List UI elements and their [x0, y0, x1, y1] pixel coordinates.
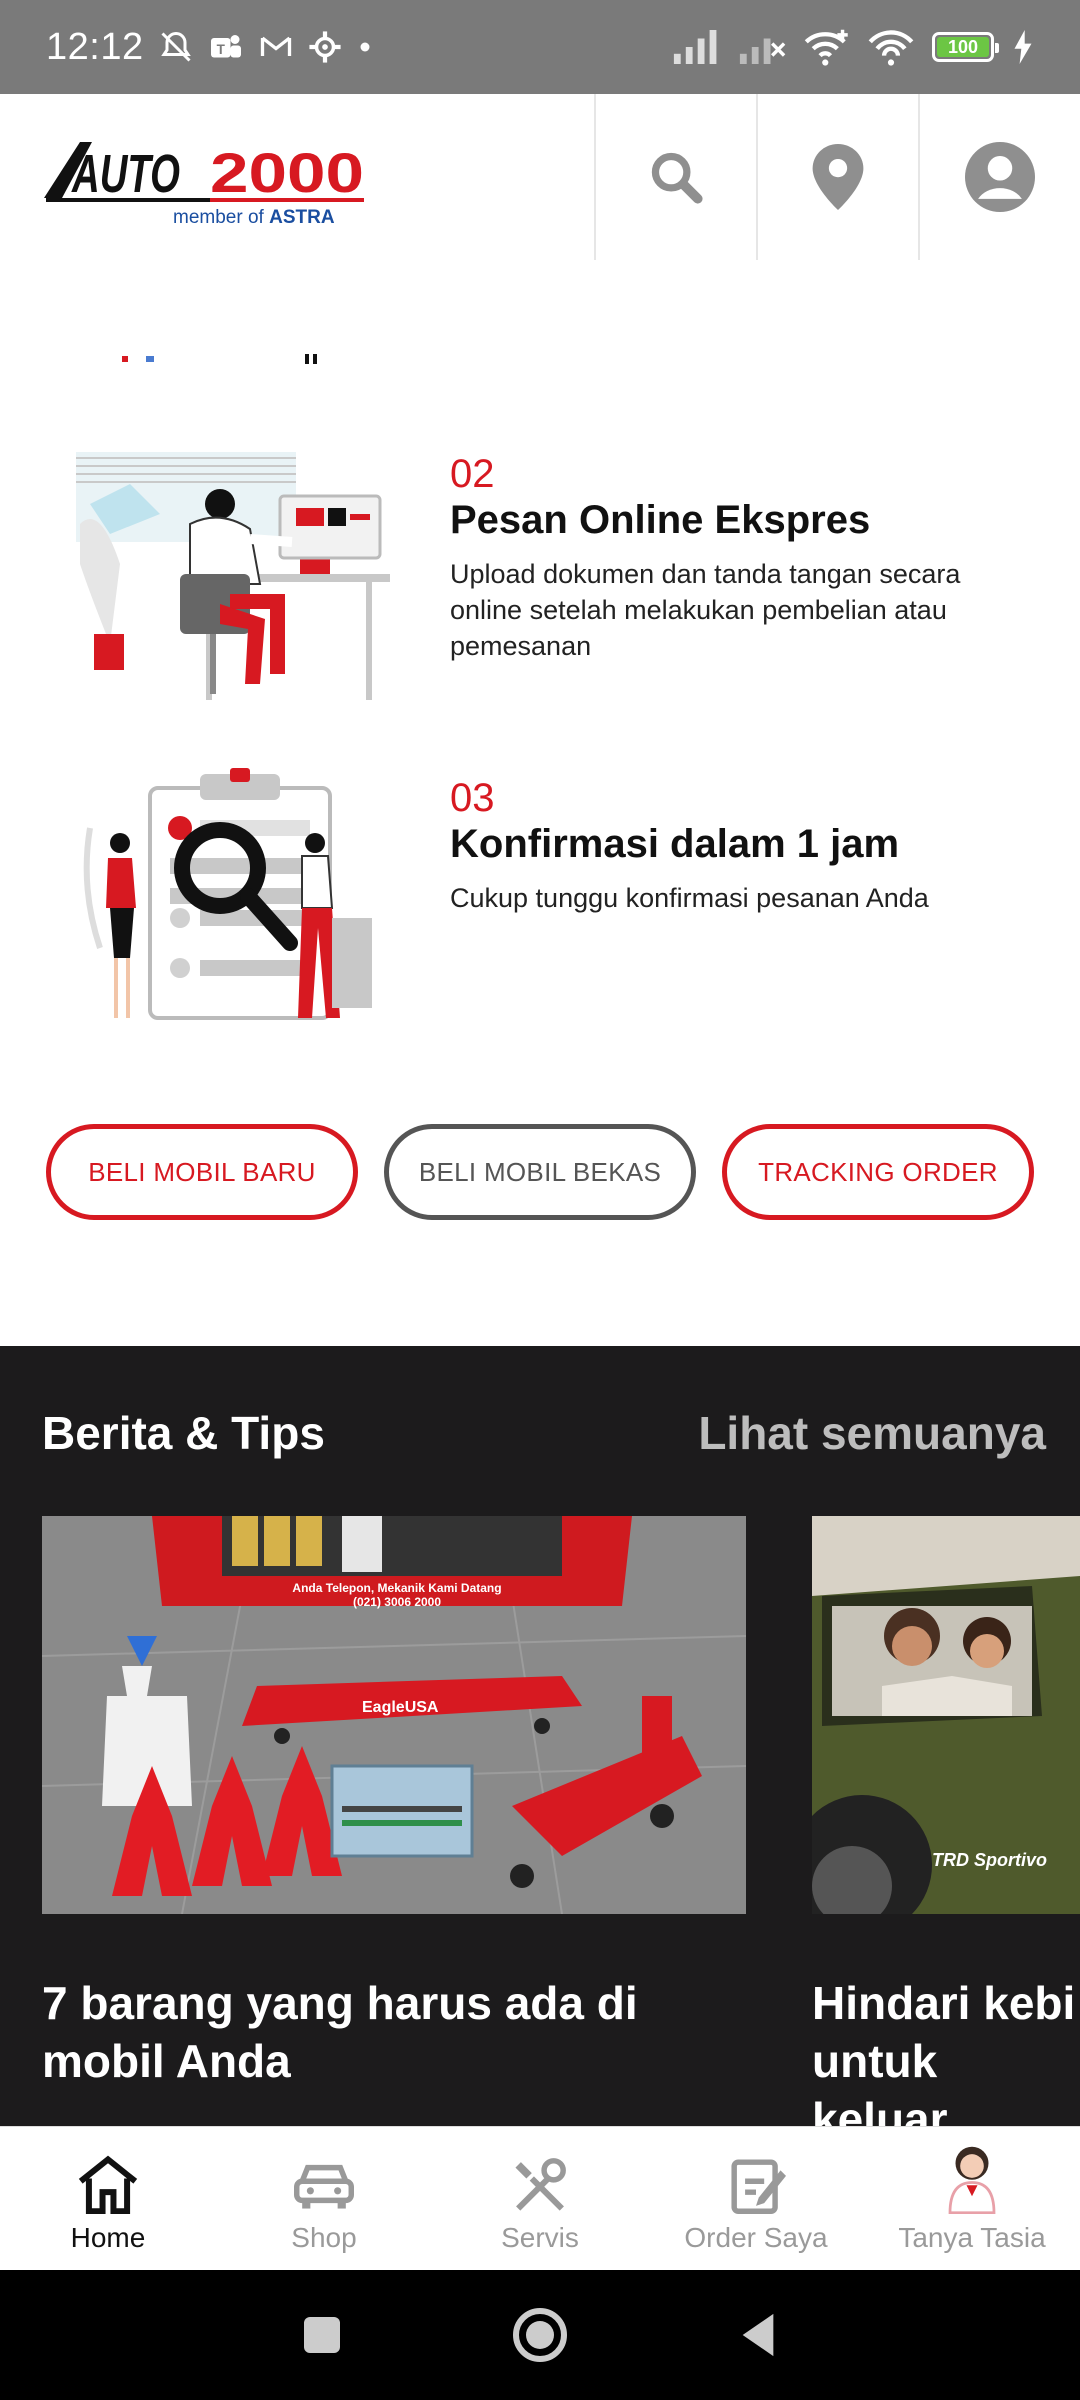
step-number: 02	[450, 452, 495, 496]
app-screen: 12:12 T 100 AUTO 2000 member of ASTRA 02…	[0, 0, 1080, 2400]
news-card-image[interactable]: Anda Telepon, Mekanik Kami Datang (021) …	[42, 1516, 746, 1914]
teams-icon: T	[210, 35, 241, 58]
nav-servis[interactable]: Servis	[432, 2127, 648, 2270]
image-text: (021) 3006 2000	[353, 1595, 441, 1609]
buy-new-car-button[interactable]: BELI MOBIL BARU	[46, 1124, 358, 1220]
location-button[interactable]	[756, 94, 918, 260]
app-header: AUTO 2000 member of ASTRA	[0, 94, 1080, 260]
recents-button[interactable]	[302, 2315, 342, 2355]
svg-text:T: T	[216, 42, 225, 57]
svg-text:member of ASTRA: member of ASTRA	[173, 207, 335, 228]
news-card-title[interactable]: Hindari kebi untuk keluar	[812, 1974, 1080, 2148]
system-icons: 100	[672, 28, 1034, 66]
confirmation-illustration	[83, 768, 372, 1020]
nav-order-saya[interactable]: Order Saya	[648, 2127, 864, 2270]
auto2000-logo[interactable]: AUTO 2000 member of ASTRA	[40, 134, 370, 229]
home-system-button[interactable]	[512, 2307, 568, 2363]
wifi-icon	[868, 30, 914, 66]
nav-shop[interactable]: Shop	[216, 2127, 432, 2270]
online-order-illustration	[76, 452, 390, 700]
svg-text:2000: 2000	[210, 141, 364, 204]
step-number: 03	[450, 776, 495, 820]
home-icon	[78, 2155, 138, 2214]
nav-label: Order Saya	[684, 2222, 828, 2253]
bottom-navigation: Home Shop Servis Order Saya Tanya Tasia	[0, 2126, 1080, 2270]
svg-text:AUTO: AUTO	[71, 144, 180, 204]
system-navigation-bar	[0, 2270, 1080, 2400]
news-card-title-text: Hindari kebi untuk keluar	[812, 1977, 1076, 2145]
battery-level: 100	[947, 36, 979, 57]
signal-icon	[673, 30, 717, 64]
nav-tanya-tasia[interactable]: Tanya Tasia	[864, 2127, 1080, 2270]
car-icon	[294, 2164, 354, 2209]
dot-icon	[360, 42, 370, 52]
status-bar: 12:12 T 100	[0, 0, 1080, 94]
order-icon	[731, 2159, 786, 2214]
section-title: Berita & Tips	[42, 1407, 325, 1459]
news-card-title[interactable]: 7 barang yang harus ada di mobil Anda	[42, 1974, 722, 2090]
tools-icon	[515, 2158, 566, 2211]
charging-icon	[1014, 30, 1032, 64]
news-card-image[interactable]: TRD Sportivo	[812, 1516, 1080, 1914]
tracking-order-button[interactable]: TRACKING ORDER	[722, 1124, 1034, 1220]
nav-home[interactable]: Home	[0, 2127, 216, 2270]
account-icon	[965, 142, 1035, 212]
location-pin-icon	[812, 144, 864, 210]
nav-label: Servis	[501, 2222, 579, 2253]
step-title: Konfirmasi dalam 1 jam	[450, 822, 900, 866]
family-car-photo: TRD Sportivo	[812, 1516, 1080, 1914]
nav-label: Tanya Tasia	[898, 2222, 1046, 2253]
signal-x-icon	[739, 38, 786, 64]
account-button[interactable]	[918, 94, 1080, 260]
wifi-plus-icon	[804, 29, 848, 66]
back-button[interactable]	[738, 2312, 778, 2358]
step-title: Pesan Online Ekspres	[450, 498, 871, 542]
assistant-avatar-icon	[948, 2146, 996, 2214]
nav-label: Home	[70, 2222, 146, 2253]
search-icon	[651, 152, 703, 204]
step-description: Cukup tunggu konfirmasi pesanan Anda	[450, 883, 929, 913]
mute-icon	[160, 31, 191, 62]
nav-label: Shop	[291, 2222, 357, 2253]
status-time: 12:12	[46, 25, 144, 68]
see-all-link[interactable]: Lihat semuanya	[698, 1406, 1046, 1460]
image-text: Anda Telepon, Mekanik Kami Datang	[292, 1581, 501, 1595]
settings-icon	[309, 31, 341, 63]
image-text: TRD Sportivo	[932, 1850, 1047, 1870]
car-tools-photo: Anda Telepon, Mekanik Kami Datang (021) …	[42, 1516, 746, 1914]
gmail-icon	[260, 36, 291, 56]
step-description: Upload dokumen dan tanda tangan secara o…	[450, 559, 961, 661]
image-text: EagleUSA	[362, 1699, 439, 1716]
illustration-fragment	[122, 354, 317, 364]
search-button[interactable]	[594, 94, 756, 260]
notification-icons: T	[158, 29, 374, 65]
buy-used-car-button[interactable]: BELI MOBIL BEKAS	[384, 1124, 696, 1220]
news-tips-section: Berita & Tips Lihat semuanya Anda Telepo…	[0, 1346, 1080, 2145]
battery-icon: 100	[932, 32, 999, 62]
